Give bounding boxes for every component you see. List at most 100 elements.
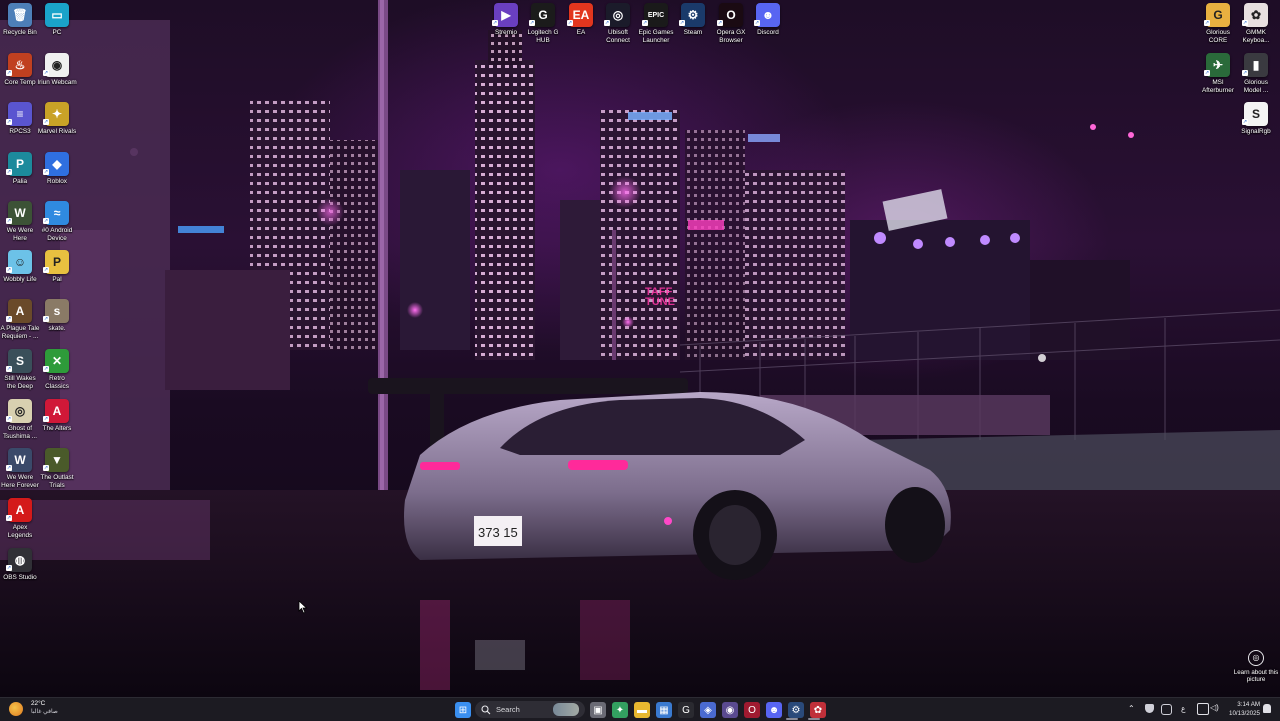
desktop-icon-label: Still Wakes the Deep — [4, 375, 36, 390]
desktop-icon-apex-legends[interactable]: A ↗ Apex Legends — [0, 498, 40, 539]
shortcut-arrow-icon: ↗ — [679, 20, 685, 26]
shield-tray-icon[interactable] — [1145, 704, 1154, 713]
search-box[interactable]: Search — [475, 701, 585, 718]
learn-about-picture[interactable]: ◎ Learn about this picture — [1233, 650, 1279, 683]
desktop-icon-label: SignalRgb — [1241, 128, 1271, 135]
desktop-icon-we-were-here-forever[interactable]: W ↗ We Were Here Forever — [0, 448, 40, 489]
shortcut-arrow-icon: ↗ — [754, 20, 760, 26]
desktop-icon-outlast-trials[interactable]: ▼ ↗ The Outlast Trials — [37, 448, 77, 489]
wifi-icon[interactable] — [1197, 703, 1209, 715]
search-placeholder: Search — [496, 705, 520, 714]
weather-description: صافي غالبا — [31, 709, 58, 715]
desktop-icon-obs-studio[interactable]: ◍ ↗ OBS Studio — [0, 548, 40, 582]
desktop-icon-wobbly-life[interactable]: ☺ ↗ Wobbly Life — [0, 250, 40, 284]
notification-icon[interactable] — [1263, 704, 1271, 713]
shortcut-arrow-icon: ↗ — [1204, 70, 1210, 76]
desktop-icon-recycle-bin[interactable]: 🗑 Recycle Bin — [0, 3, 40, 37]
discord-taskbar-icon[interactable]: ☻ — [766, 702, 782, 718]
shortcut-arrow-icon: ↗ — [6, 169, 12, 175]
weather-temp: 22°C — [31, 700, 46, 707]
desktop-icon-label: MSI Afterburner — [1202, 79, 1234, 94]
desktop-icon-discord[interactable]: ☻ ↗ Discord — [748, 3, 788, 37]
desktop-icon-retro-classics[interactable]: ✕ ↗ Retro Classics — [37, 349, 77, 390]
shortcut-arrow-icon: ↗ — [43, 218, 49, 224]
shortcut-arrow-icon: ↗ — [604, 20, 610, 26]
settings-app-icon[interactable]: ✿ — [810, 702, 826, 718]
desktop-icon-pal[interactable]: P ↗ Pal — [37, 250, 77, 284]
weather-widget[interactable]: 22°C صافي غالبا — [6, 698, 66, 720]
wallpaper-city-scene: TAFF TUNE 373 15 — [0, 0, 1280, 697]
clock-time[interactable]: 3:14 AM — [1228, 701, 1260, 708]
desktop-icon-label: RPCS3 — [9, 128, 31, 135]
desktop-icon-glorious-core[interactable]: G ↗ Glorious CORE — [1198, 3, 1238, 44]
desktop-icon-label: The Alters — [42, 425, 72, 432]
desktop-icon-rpcs3[interactable]: ≡ ↗ RPCS3 — [0, 102, 40, 136]
desktop-icon-label: Ubisoft Connect — [606, 29, 630, 44]
desktop-icon-ubisoft-connect[interactable]: ◎ ↗ Ubisoft Connect — [598, 3, 638, 44]
microsoft-store-icon[interactable]: ▦ — [656, 702, 672, 718]
shortcut-arrow-icon: ↗ — [6, 465, 12, 471]
desktop-icon-core-temp[interactable]: ♨ ↗ Core Temp — [0, 53, 40, 87]
desktop-icon-plague-tale[interactable]: A ↗ A Plague Tale Requiem - ... — [0, 299, 40, 340]
recycle-bin-icon: 🗑 — [8, 3, 32, 27]
desktop-icon-label: The Outlast Trials — [40, 474, 74, 489]
desktop-icon-webcam[interactable]: ◉ ↗ Iriun Webcam — [37, 53, 77, 87]
shortcut-arrow-icon: ↗ — [43, 465, 49, 471]
shortcut-arrow-icon: ↗ — [43, 119, 49, 125]
desktop-icon-we-were-here[interactable]: W ↗ We Were Here — [0, 201, 40, 242]
opera-gx-taskbar-icon[interactable]: O — [744, 702, 760, 718]
desktop-icon-stremio[interactable]: ▶ ↗ Stremio — [486, 3, 526, 37]
desktop-icon-label: Recycle Bin — [3, 29, 37, 36]
desktop-icon-label: Roblox — [47, 178, 67, 185]
desktop-icon-steam[interactable]: ⚙ ↗ Steam — [673, 3, 713, 37]
desktop-icon-still-wakes[interactable]: S ↗ Still Wakes the Deep — [0, 349, 40, 390]
desktop-icon-gmmk-keyboard[interactable]: ✿ ↗ GMMK Keyboa... — [1236, 3, 1276, 44]
shortcut-arrow-icon: ↗ — [6, 119, 12, 125]
desktop-icon-label: We Were Here — [6, 227, 34, 242]
shortcut-arrow-icon: ↗ — [567, 20, 573, 26]
copilot-icon[interactable]: ✦ — [612, 702, 628, 718]
volume-icon[interactable]: ◁) — [1210, 703, 1219, 712]
shortcut-arrow-icon: ↗ — [6, 70, 12, 76]
shortcut-arrow-icon: ↗ — [717, 20, 723, 26]
task-view-icon[interactable]: ▣ — [590, 702, 606, 718]
shortcut-arrow-icon: ↗ — [6, 316, 12, 322]
logitech-taskbar-icon[interactable]: G — [678, 702, 694, 718]
desktop-icon-computer[interactable]: ▭ PC — [37, 3, 77, 37]
desktop-icon-palia[interactable]: P ↗ Palia — [0, 152, 40, 186]
chevron-up-icon[interactable]: ⌃ — [1128, 704, 1135, 713]
game-controller-icon[interactable]: ◉ — [722, 702, 738, 718]
shortcut-arrow-icon: ↗ — [6, 267, 12, 273]
language-indicator[interactable]: ع — [1181, 704, 1185, 713]
desktop-icon-logitech-g-hub[interactable]: G ↗ Logitech G HUB — [523, 3, 563, 44]
desktop-icon-signalrgb[interactable]: S ↗ SignalRgb — [1236, 102, 1276, 136]
desktop-icon-ea[interactable]: EA ↗ EA — [561, 3, 601, 37]
desktop-icon-roblox[interactable]: ◆ ↗ Roblox — [37, 152, 77, 186]
desktop-icon-ghost-of-tsushima[interactable]: ◎ ↗ Ghost of Tsushima ... — [0, 399, 40, 440]
desktop-icon-the-alters[interactable]: A ↗ The Alters — [37, 399, 77, 433]
file-explorer-icon[interactable]: ▬ — [634, 702, 650, 718]
desktop-icon-label: skate. — [48, 325, 66, 332]
xbox-app-icon[interactable]: ◈ — [700, 702, 716, 718]
desktop-icon-skate[interactable]: s ↗ skate. — [37, 299, 77, 333]
svg-text:373 15: 373 15 — [478, 525, 518, 540]
desktop-icon-msi-afterburner[interactable]: ✈ ↗ MSI Afterburner — [1198, 53, 1238, 94]
desktop-icon-label: A Plague Tale Requiem - ... — [0, 325, 40, 340]
windows-start-icon[interactable]: ⊞ — [455, 702, 471, 718]
desktop-icon-marvel-rivals[interactable]: ✦ ↗ Marvel Rivals — [37, 102, 77, 136]
desktop-icon-epic-games[interactable]: EPIC ↗ Epic Games Launcher — [636, 3, 676, 44]
shortcut-arrow-icon: ↗ — [43, 169, 49, 175]
shortcut-arrow-icon: ↗ — [43, 267, 49, 273]
desktop-icon-glorious-model[interactable]: ▮ ↗ Glorious Model ... — [1236, 53, 1276, 94]
desktop-icon-label: Pal — [52, 276, 62, 283]
gamepad-tray-icon[interactable] — [1161, 704, 1172, 715]
desktop-icon-android-device[interactable]: ≈ ↗ #0 Android Device — [37, 201, 77, 242]
svg-text:TUNE: TUNE — [645, 296, 675, 308]
desktop-icon-label: EA — [576, 29, 586, 36]
desktop-icon-label: Apex Legends — [7, 524, 33, 539]
steam-taskbar-icon[interactable]: ⚙ — [788, 702, 804, 718]
clock-date[interactable]: 10/13/2025 — [1222, 710, 1260, 717]
desktop-icon-opera-gx[interactable]: O ↗ Opera GX Browser — [711, 3, 751, 44]
shortcut-arrow-icon: ↗ — [642, 20, 648, 26]
shortcut-arrow-icon: ↗ — [6, 416, 12, 422]
